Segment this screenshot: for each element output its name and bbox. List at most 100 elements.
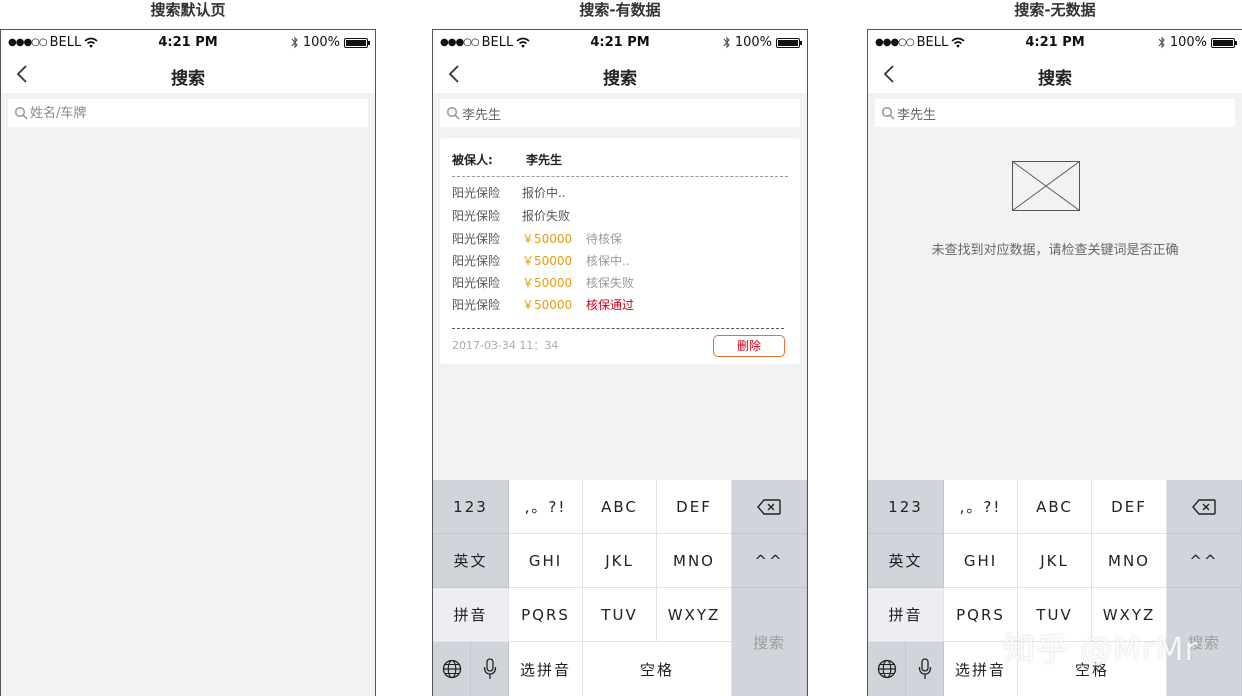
battery-percent: 100% xyxy=(1169,35,1207,50)
key-emoji[interactable]: ^^ xyxy=(732,534,807,588)
quote-status: 核保通过 xyxy=(586,297,635,312)
search-bar[interactable] xyxy=(8,99,368,127)
divider xyxy=(452,328,784,329)
key-microphone[interactable] xyxy=(471,642,509,696)
key-punctuation[interactable]: ,。?! xyxy=(944,480,1018,534)
key-backspace[interactable] xyxy=(732,480,807,534)
insured-label: 被保人: xyxy=(452,153,493,167)
timestamp: 2017-03-34 11：34 xyxy=(452,339,559,352)
insurer-name: 阳光保险 xyxy=(452,208,501,223)
key-ghi[interactable]: GHI xyxy=(944,534,1018,588)
battery-percent: 100% xyxy=(302,35,340,50)
search-input[interactable] xyxy=(462,105,762,121)
pinyin-keyboard: 123 ,。?! ABC DEF 英文 GHI JKL MNO ^^ 拼音 PQ… xyxy=(433,480,807,696)
key-english[interactable]: 英文 xyxy=(433,534,509,588)
key-tuv[interactable]: TUV xyxy=(583,588,657,642)
key-search[interactable]: 搜索 xyxy=(1167,588,1242,696)
search-icon xyxy=(881,106,895,120)
pinyin-keyboard: 123 ,。?! ABC DEF 英文 GHI JKL MNO ^^ 拼音 PQ… xyxy=(868,480,1242,696)
key-globe[interactable] xyxy=(433,642,471,696)
search-bar[interactable] xyxy=(440,99,800,127)
key-mno[interactable]: MNO xyxy=(657,534,732,588)
nav-title: 搜索 xyxy=(1038,69,1072,89)
key-pqrs[interactable]: PQRS xyxy=(509,588,583,642)
key-pinyin[interactable]: 拼音 xyxy=(433,588,509,642)
insurer-name: 阳光保险 xyxy=(452,297,501,312)
key-def[interactable]: DEF xyxy=(1092,480,1167,534)
battery-icon xyxy=(1211,37,1237,48)
insurer-name: 阳光保险 xyxy=(452,275,501,290)
quote-row[interactable]: 阳光保险 报价中.. xyxy=(452,182,566,202)
battery-percent: 100% xyxy=(734,35,772,50)
key-mno[interactable]: MNO xyxy=(1092,534,1167,588)
quote-row[interactable]: 阳光保险 ￥50000 核保失败 xyxy=(452,272,634,292)
insurer-name: 阳光保险 xyxy=(452,185,501,200)
key-wxyz[interactable]: WXYZ xyxy=(1092,588,1167,642)
quote-row[interactable]: 阳光保险 ￥50000 核保中.. xyxy=(452,250,630,270)
quote-row[interactable]: 阳光保险 ￥50000 核保通过 xyxy=(452,294,634,314)
globe-icon xyxy=(877,659,896,679)
search-bar[interactable] xyxy=(875,99,1235,127)
key-123[interactable]: 123 xyxy=(433,480,509,534)
key-def[interactable]: DEF xyxy=(657,480,732,534)
status-bar: ●●●○○ BELL 4:21 PM 100% xyxy=(433,30,807,56)
delete-button[interactable]: 删除 xyxy=(713,335,785,357)
insured-name: 李先生 xyxy=(526,153,563,167)
quote-status: 待核保 xyxy=(586,231,623,246)
battery-fill xyxy=(1213,39,1233,46)
key-pqrs[interactable]: PQRS xyxy=(944,588,1018,642)
key-wxyz[interactable]: WXYZ xyxy=(657,588,732,642)
microphone-icon xyxy=(918,658,931,679)
key-ghi[interactable]: GHI xyxy=(509,534,583,588)
key-jkl[interactable]: JKL xyxy=(583,534,657,588)
quote-price: ￥50000 xyxy=(522,253,573,268)
search-input[interactable] xyxy=(897,105,1197,121)
key-microphone[interactable] xyxy=(906,642,944,696)
key-choose-pinyin[interactable]: 选拼音 xyxy=(509,642,583,696)
key-emoji[interactable]: ^^ xyxy=(1167,534,1242,588)
key-jkl[interactable]: JKL xyxy=(1018,534,1092,588)
key-123[interactable]: 123 xyxy=(868,480,944,534)
insurer-name: 阳光保险 xyxy=(452,231,501,246)
quote-status: 核保失败 xyxy=(586,275,635,290)
backspace-icon xyxy=(757,498,781,515)
phone-default: ●●●○○ BELL 4:21 PM 100% 搜索 xyxy=(0,29,376,696)
bluetooth-icon xyxy=(1158,36,1165,49)
key-english[interactable]: 英文 xyxy=(868,534,944,588)
quote-price: ￥50000 xyxy=(522,297,573,312)
panel-title-no-data: 搜索-无数据 xyxy=(1014,1,1096,19)
battery-icon xyxy=(776,37,802,48)
key-space[interactable]: 空格 xyxy=(1018,642,1167,696)
panel-title-default: 搜索默认页 xyxy=(150,1,226,19)
bluetooth-icon xyxy=(723,36,730,49)
quote-status: 报价失败 xyxy=(522,208,571,223)
phone-with-data: ●●●○○ BELL 4:21 PM 100% 搜索 被保人: 李先生 阳光保险… xyxy=(432,29,808,696)
battery-fill xyxy=(778,39,798,46)
key-tuv[interactable]: TUV xyxy=(1018,588,1092,642)
bluetooth-icon xyxy=(291,36,298,49)
key-backspace[interactable] xyxy=(1167,480,1242,534)
quote-status: 核保中.. xyxy=(586,253,630,268)
quote-row[interactable]: 阳光保险 ￥50000 待核保 xyxy=(452,228,622,248)
phone-no-data: ●●●○○ BELL 4:21 PM 100% 搜索 未查找到对应数据，请检查关… xyxy=(867,29,1242,696)
search-input[interactable] xyxy=(30,105,330,121)
quote-status: 报价中.. xyxy=(522,185,566,200)
key-punctuation[interactable]: ,。?! xyxy=(509,480,583,534)
key-abc[interactable]: ABC xyxy=(583,480,657,534)
key-space[interactable]: 空格 xyxy=(583,642,732,696)
result-card[interactable]: 被保人: 李先生 阳光保险 报价中.. 阳光保险 报价失败 阳光保险 ￥5000… xyxy=(440,138,800,364)
key-search[interactable]: 搜索 xyxy=(732,588,807,696)
status-bar: ●●●○○ BELL 4:21 PM 100% xyxy=(868,30,1242,56)
key-abc[interactable]: ABC xyxy=(1018,480,1092,534)
key-choose-pinyin[interactable]: 选拼音 xyxy=(944,642,1018,696)
nav-title: 搜索 xyxy=(171,69,205,89)
nav-title: 搜索 xyxy=(603,69,637,89)
key-globe[interactable] xyxy=(868,642,906,696)
battery-icon xyxy=(344,37,370,48)
nav-bar: 搜索 xyxy=(433,56,807,93)
quote-row[interactable]: 阳光保险 报价失败 xyxy=(452,205,570,225)
microphone-icon xyxy=(483,658,496,679)
backspace-icon xyxy=(1192,498,1216,515)
quote-price: ￥50000 xyxy=(522,275,573,290)
key-pinyin[interactable]: 拼音 xyxy=(868,588,944,642)
